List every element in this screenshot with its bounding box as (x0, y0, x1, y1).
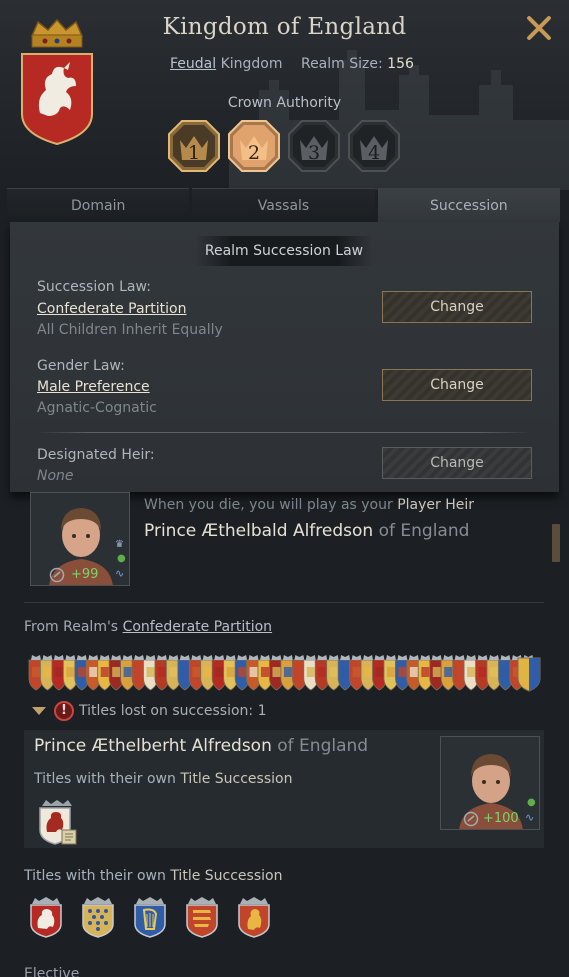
tab-domain[interactable]: Domain (7, 188, 190, 222)
section-divider (24, 602, 544, 603)
sibling-heir-portrait[interactable]: +100 ● ∿ (440, 736, 540, 830)
crown-authority-level-3-label: 3 (308, 142, 320, 164)
player-heir-opinion: +99 (71, 567, 99, 582)
succession-law-label: Succession Law: (37, 279, 151, 295)
crown-authority-level-3-button[interactable]: 3 (286, 118, 342, 174)
title-coat-of-arms-harp[interactable] (132, 896, 168, 938)
government-type-link[interactable]: Feudal (170, 56, 216, 72)
player-heir-name[interactable]: Prince Æthelbald Alfredson of England (144, 521, 469, 541)
crown-authority-level-2-label: 2 (248, 142, 260, 164)
crown-authority-label: Crown Authority (227, 95, 342, 111)
partition-prefix: From Realm's (24, 619, 119, 635)
sibling-heir-opinion: +100 (483, 811, 519, 826)
sibling-heir-card: Prince Æthelberht Alfredson of England T… (24, 730, 544, 848)
government-suffix: Kingdom (220, 56, 283, 72)
partition-law-link[interactable]: Confederate Partition (123, 619, 273, 635)
player-heir-of-text: of England (378, 521, 470, 541)
crown-authority-level-4-label: 4 (368, 142, 380, 164)
bottom-fade (0, 960, 569, 977)
crown-authority-level-1-button[interactable]: 1 (166, 118, 222, 174)
realm-size-label: Realm Size: (300, 56, 383, 72)
realm-title: Kingdom of England (162, 14, 407, 40)
dynasty-icon: ∿ (525, 811, 535, 824)
title-coat-of-arms-wales[interactable] (28, 896, 64, 938)
player-heir-note-text: When you die, you will play as your (144, 497, 393, 513)
title-header: Kingdom of England Feudal Kingdom Realm … (0, 0, 569, 190)
sibling-title-succession-note: Titles with their own Title Succession (34, 771, 292, 787)
tab-succession[interactable]: Succession (377, 188, 560, 222)
opinion-icon (49, 567, 65, 583)
own-title-succession-list (28, 896, 288, 940)
dynasty-icon: ∿ (115, 567, 125, 580)
sibling-note-prefix: Titles with their own (34, 771, 176, 787)
succession-law-description: All Children Inherit Equally (37, 322, 223, 338)
player-heir-link[interactable]: Player Heir (397, 497, 474, 513)
crown-authority-row: 1 2 3 4 (166, 118, 406, 176)
designated-heir-label: Designated Heir: (37, 447, 155, 463)
titles-lost-label: Titles lost on succession: 1 (79, 703, 267, 719)
gender-law-label: Gender Law: (37, 358, 125, 374)
player-heir-name-text: Prince Æthelbald Alfredson (144, 521, 374, 541)
gender-law-description: Agnatic-Cognatic (37, 400, 157, 416)
health-icon: ● (527, 797, 536, 808)
crown-authority-level-1-label: 1 (188, 142, 200, 164)
player-heir-portrait[interactable]: +99 ♛ ● ∿ (30, 492, 130, 586)
succession-law-panel: Realm Succession Law Succession Law: Con… (10, 222, 559, 492)
player-heir-section: +99 ♛ ● ∿ When you die, you will play as… (18, 492, 548, 602)
elective-section-heading: Elective (24, 966, 80, 977)
sibling-heir-name-text: Prince Æthelberht Alfredson (34, 736, 272, 756)
tab-vassals[interactable]: Vassals (192, 188, 375, 222)
player-heir-note: When you die, you will play as your Play… (144, 497, 474, 513)
succession-law-link[interactable]: Confederate Partition (37, 301, 187, 317)
change-designated-heir-button[interactable]: Change (382, 447, 532, 479)
panel-divider (37, 432, 532, 433)
health-icon: ● (117, 553, 126, 564)
opinion-icon (463, 811, 479, 827)
collapse-triangle-icon (32, 707, 46, 715)
partition-heading: From Realm's Confederate Partition (24, 619, 272, 635)
own-title-succession-heading: Titles with their own Title Succession (24, 868, 282, 884)
title-coat-of-arms-lions[interactable] (184, 896, 220, 938)
scrollbar-handle[interactable] (552, 524, 560, 562)
realm-subline: Feudal Kingdom Realm Size: 156 (170, 56, 414, 72)
realm-succession-law-heading: Realm Succession Law (195, 236, 373, 266)
realm-size-value: 156 (387, 56, 414, 72)
change-succession-law-button[interactable]: Change (382, 291, 532, 323)
realm-tabs: Domain Vassals Succession (7, 188, 560, 222)
inherited-titles-shield-row[interactable] (28, 652, 542, 692)
crown-authority-level-4-button[interactable]: 4 (346, 118, 402, 174)
crown-authority-level-2-button[interactable]: 2 (226, 118, 282, 174)
title-coat-of-arms-lion-rampant[interactable] (236, 896, 272, 938)
title-coat-of-arms-fleur[interactable] (80, 896, 116, 938)
close-icon[interactable] (525, 14, 553, 42)
lost-title-coat-of-arms[interactable] (36, 800, 78, 846)
title-succession-link[interactable]: Title Succession (180, 771, 292, 787)
change-gender-law-button[interactable]: Change (382, 369, 532, 401)
warning-icon: ! (54, 701, 74, 721)
gender-law-link[interactable]: Male Preference (37, 379, 150, 395)
sibling-heir-of-text: of England (277, 736, 369, 756)
own-title-succession-link[interactable]: Title Succession (170, 868, 282, 884)
designated-heir-value: None (37, 468, 74, 484)
crown-small-icon: ♛ (115, 539, 124, 550)
sibling-heir-name[interactable]: Prince Æthelberht Alfredson of England (34, 736, 368, 756)
own-titles-prefix: Titles with their own (24, 868, 166, 884)
